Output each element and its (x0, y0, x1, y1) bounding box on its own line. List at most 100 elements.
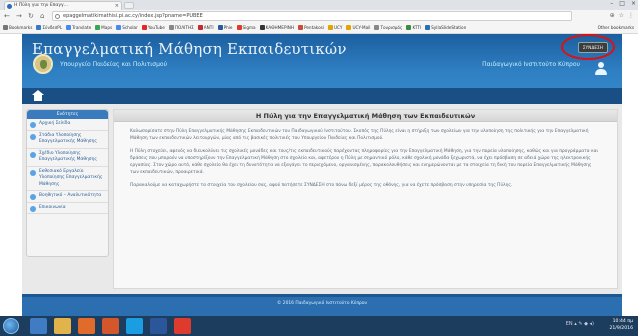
system-tray: EN ▴ ✎ ◆ ◂) (566, 321, 594, 327)
bookmark-icon (141, 25, 147, 30)
sidebar-item[interactable]: Αρχική Σελίδα (27, 119, 108, 131)
start-button[interactable] (3, 318, 19, 334)
bullet-icon (30, 151, 36, 158)
sidebar-item[interactable]: Σχέδιο Υλοποίησης Επαγγελματικής Μάθησης (27, 149, 108, 167)
forward-icon[interactable]: → (16, 12, 22, 20)
bookmark-item[interactable]: Sigma (236, 25, 256, 30)
page-footer: © 2016 Παιδαγωγικό Ινστιτούτο Κύπρου (22, 294, 622, 316)
bullet-icon (30, 133, 36, 140)
sidebar-item[interactable]: Στάδια Υλοποίησης Επαγγελματικής Μάθησης (27, 131, 108, 149)
page-title: Η Πύλη για την Επαγγελματική Μάθηση των … (114, 110, 617, 122)
taskbar: EN ▴ ✎ ◆ ◂) 10:44 πμ 21/9/2016 (0, 316, 638, 336)
address-row: ← → ↻ ⌂ epaggelmatikimathisi.pi.ac.cy/in… (0, 10, 638, 22)
bookmark-item[interactable]: UCY-Mail (346, 25, 370, 30)
close-window-icon[interactable]: × (631, 0, 636, 7)
window-controls: – □ × (610, 0, 636, 7)
browser-chrome: Η Πύλη για την Επαγγ... × – □ × ← → ↻ ⌂ … (0, 0, 638, 34)
intro-paragraph: Καλωσορίσατε στην Πύλη Επαγγελματικής Μά… (130, 129, 589, 141)
other-bookmarks[interactable]: Other bookmarks (598, 25, 634, 30)
bookmark-icon (297, 25, 303, 30)
info-icon (55, 14, 60, 19)
sidebar-item[interactable]: Εκθεσιακό Εργαλείο Υλοποίησης Επαγγελματ… (27, 167, 108, 191)
sidebar-item[interactable]: Επικοινωνία (27, 203, 108, 214)
new-tab-button[interactable] (124, 2, 134, 9)
bookmark-icon (327, 25, 333, 30)
bookmark-icon (346, 25, 352, 30)
chrome-app-icon[interactable] (174, 318, 191, 334)
clock-time: 10:44 πμ (612, 319, 633, 324)
bookmark-item[interactable]: ANTI (197, 25, 214, 30)
content-area: Ενότητες Αρχική Σελίδα Στάδια Υλοποίησης … (22, 104, 622, 294)
tab-title: Η Πύλη για την Επαγγ... (14, 3, 68, 8)
ppt-app-icon[interactable] (102, 318, 119, 334)
instructions-paragraph: Παρακαλούμε να καταχωρήστε τα στοιχεία τ… (130, 183, 513, 188)
word-app-icon[interactable] (150, 318, 167, 334)
user-icon[interactable] (594, 62, 608, 76)
reload-icon[interactable]: ↻ (28, 12, 34, 20)
media-app-icon[interactable] (78, 318, 95, 334)
home-icon[interactable] (32, 90, 44, 102)
bookmark-item[interactable]: Pentakosi (297, 25, 324, 30)
bookmark-icon (197, 25, 203, 30)
bookmark-item[interactable]: Maps (95, 25, 112, 30)
sidebar-item-label: Στάδια Υλοποίησης Επαγγελματικής Μάθησης (39, 132, 97, 145)
sidebar-heading: Ενότητες (27, 110, 108, 119)
purpose-paragraph: Η Πύλη στοχεύει, αφενός να διευκολύνει τ… (130, 149, 599, 175)
browser-tab[interactable]: Η Πύλη για την Επαγγ... × (4, 1, 122, 10)
sidebar-item[interactable]: Βοηθητικό – Αναλυτικότητα (27, 191, 108, 203)
tray-icons[interactable]: ▴ ✎ ◆ ◂) (574, 321, 594, 327)
web-page: Επαγγελματική Μάθηση Εκπαιδευτικών Υπουρ… (0, 34, 638, 316)
explorer-app-icon[interactable] (30, 318, 47, 334)
bullet-icon (30, 205, 36, 212)
bookmark-icon (259, 25, 265, 30)
bookmark-item[interactable]: ΠΟΛΙΤΗΣ (168, 25, 194, 30)
menu-icon[interactable]: ⋮ (628, 12, 634, 19)
bookmark-icon (236, 25, 242, 30)
close-tab-icon[interactable]: × (115, 2, 119, 10)
nav-bar (22, 88, 622, 104)
back-icon[interactable]: ← (4, 12, 10, 20)
bookmark-item[interactable]: SyllaSlideStation (425, 25, 466, 30)
bookmark-icon (66, 25, 72, 30)
apps-icon (3, 25, 8, 30)
bookmark-icon (217, 25, 223, 30)
sidebar-item-label: Σχέδιο Υλοποίησης Επαγγελματικής Μάθησης (39, 150, 97, 163)
highlight-annotation (561, 34, 615, 60)
ministry-link[interactable]: Υπουργείο Παιδείας και Πολιτισμού (60, 61, 167, 68)
bookmark-icon (406, 25, 412, 30)
clock[interactable]: 10:44 πμ 21/9/2016 (609, 318, 633, 332)
zoom-icon[interactable]: ⊕ (610, 12, 615, 19)
bookmarks-bar: Bookmarks ΣύνδεσΡL Translate Maps Scholar Yo… (0, 22, 638, 34)
bookmarks-apps[interactable]: Bookmarks (3, 25, 32, 30)
bookmark-item[interactable]: ΣύνδεσΡL (36, 25, 62, 30)
bookmark-item[interactable]: Τουρισμός (374, 25, 402, 30)
maximize-icon[interactable]: □ (619, 0, 625, 7)
institute-link[interactable]: Παιδαγωγικό Ινστιτούτο Κύπρου (482, 61, 580, 68)
sidebar: Ενότητες Αρχική Σελίδα Στάδια Υλοποίησης … (26, 109, 109, 257)
coat-of-arms-icon (33, 54, 53, 74)
bookmark-item[interactable]: Scholar (116, 25, 138, 30)
bookmark-item[interactable]: Translate (66, 25, 91, 30)
sidebar-item-label: Βοηθητικό – Αναλυτικότητα (39, 193, 102, 198)
favicon-icon (7, 4, 12, 9)
sidebar-item-label: Εκθεσιακό Εργαλείο Υλοποίησης Επαγγελματ… (39, 168, 103, 187)
files-app-icon[interactable] (54, 318, 71, 334)
skype-app-icon[interactable] (126, 318, 143, 334)
bookmark-icon (36, 25, 42, 30)
bookmark-item[interactable]: ΚΑΘΗΜΕΡΙΝΗ (259, 25, 294, 30)
bookmark-icon (116, 25, 122, 30)
bookmark-icon (168, 25, 174, 30)
bookmark-item[interactable]: KTTI (406, 25, 421, 30)
home-browser-icon[interactable]: ⌂ (40, 12, 44, 20)
minimize-icon[interactable]: – (610, 0, 613, 7)
bookmark-item[interactable]: YouTube (141, 25, 165, 30)
bookmark-item[interactable]: Phie (217, 25, 233, 30)
copyright-text: © 2016 Παιδαγωγικό Ινστιτούτο Κύπρου (277, 301, 367, 306)
main-panel: Η Πύλη για την Επαγγελματική Μάθηση των … (113, 109, 618, 289)
address-bar[interactable]: epaggelmatikimathisi.pi.ac.cy/index.jsp?… (52, 11, 572, 21)
bookmark-icon (425, 25, 431, 30)
bullet-icon (30, 194, 36, 200)
language-indicator[interactable]: EN (566, 321, 573, 327)
star-icon[interactable]: ☆ (619, 12, 624, 19)
bookmark-item[interactable]: UCY (327, 25, 342, 30)
